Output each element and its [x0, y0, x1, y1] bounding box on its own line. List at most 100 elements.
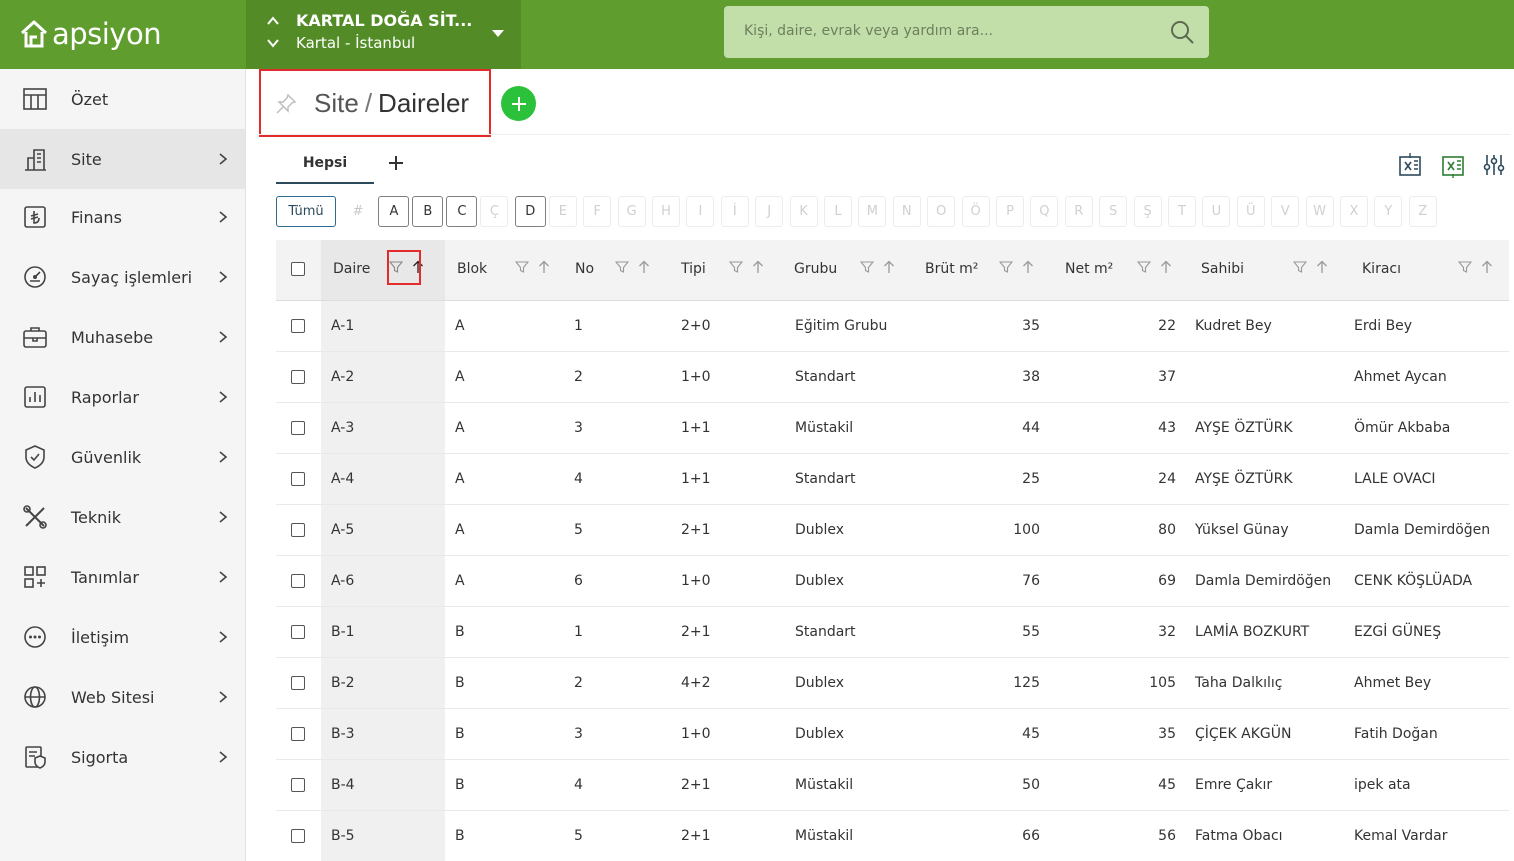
table-row[interactable]: A-3 A 3 1+1 Müstakil 44 43 AYŞE ÖZTÜRK Ömür Akba… [276, 402, 1509, 454]
excel-export-icon[interactable] [1440, 152, 1466, 178]
table-cell[interactable]: B-5 [321, 810, 445, 861]
add-tab-icon[interactable] [385, 152, 407, 174]
column-settings-icon[interactable] [1481, 152, 1507, 178]
letter-filter-item[interactable]: A [378, 196, 410, 227]
column-header[interactable]: Net m² [1053, 240, 1189, 301]
letter-filter-item: J [755, 196, 784, 227]
table-cell[interactable]: A-2 [321, 351, 445, 403]
filter-icon[interactable] [1137, 260, 1151, 274]
column-header[interactable]: Sahibi [1189, 240, 1350, 301]
sort-arrow-up-icon[interactable] [1315, 260, 1329, 274]
table-row[interactable]: B-2 B 2 4+2 Dublex 125 105 Taha Dalkılıç Ahmet B… [276, 657, 1509, 709]
chevron-up-icon[interactable] [266, 14, 280, 28]
sidebar-item-muhasebe[interactable]: Muhasebe [0, 307, 245, 367]
caret-down-icon[interactable] [491, 26, 505, 40]
sort-arrow-up-icon[interactable] [1021, 260, 1035, 274]
table-row[interactable]: B-3 B 3 1+0 Dublex 45 35 ÇİÇEK AKGÜN Fatih Doğan [276, 708, 1509, 760]
filter-icon[interactable] [860, 260, 874, 274]
excel-import-icon[interactable] [1397, 152, 1423, 178]
letter-filter-all[interactable]: Tümü [276, 196, 336, 227]
table-cell[interactable]: B-1 [321, 606, 445, 658]
select-all-checkbox[interactable] [291, 262, 305, 276]
sidebar-item-teknik[interactable]: Teknik [0, 487, 245, 547]
column-header[interactable]: Grubu [782, 240, 913, 301]
sort-arrow-up-icon[interactable] [537, 260, 551, 274]
sidebar-item-guvenlik[interactable]: Güvenlik [0, 427, 245, 487]
row-checkbox[interactable] [291, 421, 305, 435]
table-cell: 4 [563, 759, 669, 811]
table-cell[interactable]: B-4 [321, 759, 445, 811]
table-row[interactable]: A-1 A 1 2+0 Eğitim Grubu 35 22 Kudret Bey Erdi B… [276, 300, 1509, 352]
sidebar-item-tanimlar[interactable]: Tanımlar [0, 547, 245, 607]
add-unit-button[interactable] [501, 86, 536, 121]
sort-arrow-up-icon[interactable] [882, 260, 896, 274]
sidebar-item-ozet[interactable]: Özet [0, 69, 245, 129]
sidebar-item-sayac[interactable]: Sayaç işlemleri [0, 247, 245, 307]
filter-icon[interactable] [1458, 260, 1472, 274]
filter-icon[interactable] [999, 260, 1013, 274]
column-header[interactable]: Tipi [669, 240, 782, 301]
table-row[interactable]: A-2 A 2 1+0 Standart 38 37 Ahmet Aycan [276, 351, 1509, 403]
global-search[interactable]: Kişi, daire, evrak veya yardım ara... [724, 6, 1209, 58]
pin-icon[interactable] [275, 93, 297, 115]
brand-logo[interactable]: apsiyon [18, 12, 162, 56]
sidebar-item-finans[interactable]: Finans [0, 187, 245, 247]
letter-filter-item[interactable]: D [514, 196, 546, 227]
sidebar-item-sigorta[interactable]: Sigorta [0, 727, 245, 787]
filter-icon[interactable] [515, 260, 529, 274]
letter-filter-item: X [1340, 196, 1368, 227]
filter-icon[interactable] [615, 260, 629, 274]
row-checkbox[interactable] [291, 574, 305, 588]
site-switcher[interactable]: KARTAL DOĞA SİT... Kartal - İstanbul [246, 0, 521, 69]
table-row[interactable]: B-5 B 5 2+1 Müstakil 66 56 Fatma Obacı Kemal Var… [276, 810, 1509, 861]
table-cell[interactable]: A-1 [321, 300, 445, 352]
table-row[interactable]: A-4 A 4 1+1 Standart 25 24 AYŞE ÖZTÜRK LALE OVAC… [276, 453, 1509, 505]
row-checkbox[interactable] [291, 727, 305, 741]
sort-arrow-up-icon[interactable] [751, 260, 765, 274]
row-checkbox[interactable] [291, 370, 305, 384]
table-cell[interactable]: A-4 [321, 453, 445, 505]
sidebar-item-label: Web Sitesi [71, 687, 155, 707]
table-cell[interactable]: B-2 [321, 657, 445, 709]
table-row[interactable]: A-6 A 6 1+0 Dublex 76 69 Damla Demirdöğen CENK K… [276, 555, 1509, 607]
table-row[interactable]: B-4 B 4 2+1 Müstakil 50 45 Emre Çakır ipek ata [276, 759, 1509, 811]
sidebar-item-raporlar[interactable]: Raporlar [0, 367, 245, 427]
table-row[interactable]: A-5 A 5 2+1 Dublex 100 80 Yüksel Günay Damla Dem… [276, 504, 1509, 556]
row-checkbox[interactable] [291, 625, 305, 639]
chevron-down-icon[interactable] [266, 36, 280, 50]
filter-icon[interactable] [729, 260, 743, 274]
row-select-cell [276, 453, 321, 505]
table-cell[interactable]: B-3 [321, 708, 445, 760]
table-cell[interactable]: A-6 [321, 555, 445, 607]
tab-hepsi[interactable]: Hepsi [276, 146, 374, 184]
row-checkbox[interactable] [291, 523, 305, 537]
table-cell: 45 [913, 708, 1053, 760]
row-checkbox[interactable] [291, 829, 305, 843]
row-checkbox[interactable] [291, 319, 305, 333]
column-header[interactable]: Blok [445, 240, 563, 301]
column-header[interactable]: Brüt m² [913, 240, 1053, 301]
search-input[interactable]: Kişi, daire, evrak veya yardım ara... [744, 23, 993, 39]
row-checkbox[interactable] [291, 472, 305, 486]
letter-filter-item[interactable]: C [446, 196, 478, 227]
letter-filter-item[interactable]: B [412, 196, 444, 227]
search-icon[interactable] [1169, 19, 1195, 45]
sort-arrow-up-icon[interactable] [1480, 260, 1494, 274]
table-cell[interactable]: A-5 [321, 504, 445, 556]
filter-icon[interactable] [1293, 260, 1307, 274]
sort-arrow-up-icon[interactable] [1159, 260, 1173, 274]
sidebar-item-web-sitesi[interactable]: Web Sitesi [0, 667, 245, 727]
table-row[interactable]: B-1 B 1 2+1 Standart 55 32 LAMİA BOZKURT EZGİ GÜ… [276, 606, 1509, 658]
sort-arrow-up-icon[interactable] [637, 260, 651, 274]
sidebar-item-site[interactable]: Site [0, 129, 245, 189]
sidebar-item-iletisim[interactable]: İletişim [0, 607, 245, 667]
breadcrumb-section[interactable]: Site [314, 88, 359, 118]
column-header[interactable]: Kiracı [1350, 240, 1509, 301]
letter-filter-item: M [858, 196, 887, 227]
row-checkbox[interactable] [291, 778, 305, 792]
table-cell[interactable]: A-3 [321, 402, 445, 454]
column-header[interactable]: Daire [321, 240, 445, 301]
column-header[interactable]: No [563, 240, 669, 301]
row-checkbox[interactable] [291, 676, 305, 690]
table-cell: 43 [1053, 402, 1189, 454]
